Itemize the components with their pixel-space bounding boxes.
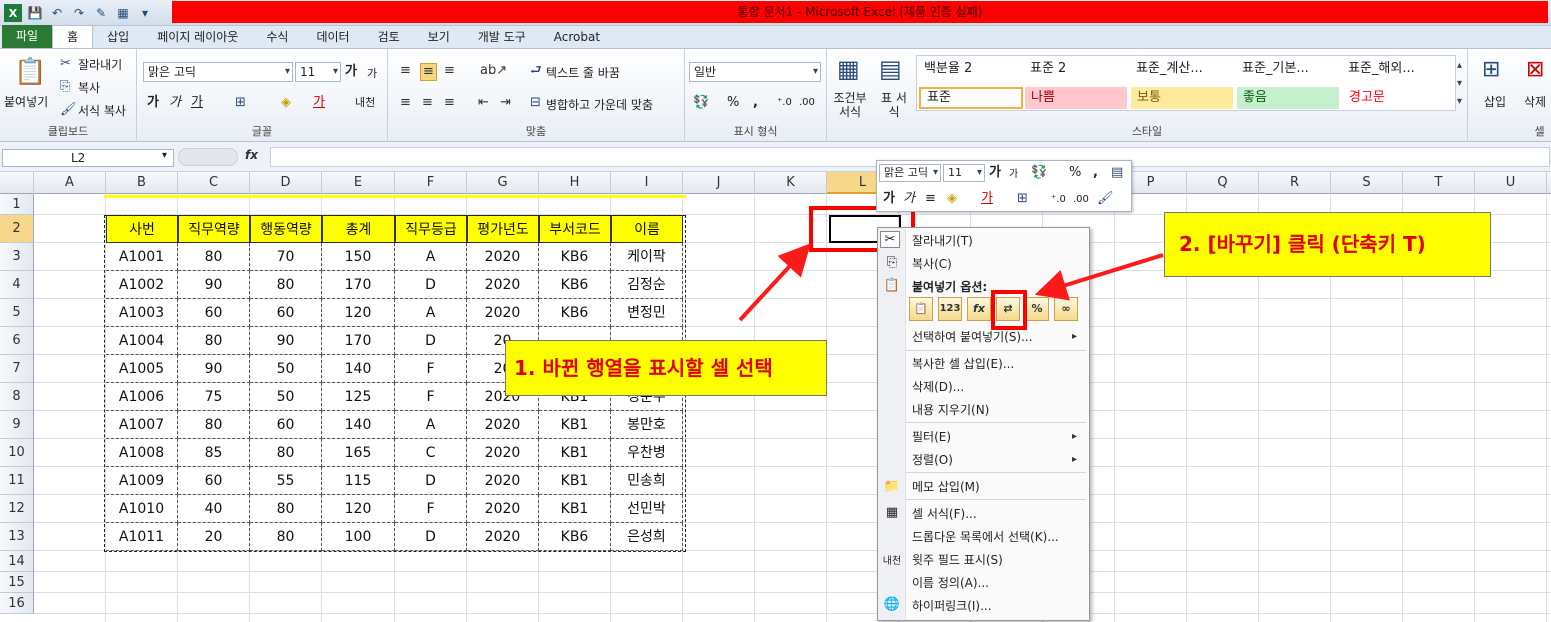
arrow-to-cell (738, 243, 811, 322)
arrow-to-transpose (1034, 253, 1164, 301)
callout-arrows (738, 243, 1164, 322)
